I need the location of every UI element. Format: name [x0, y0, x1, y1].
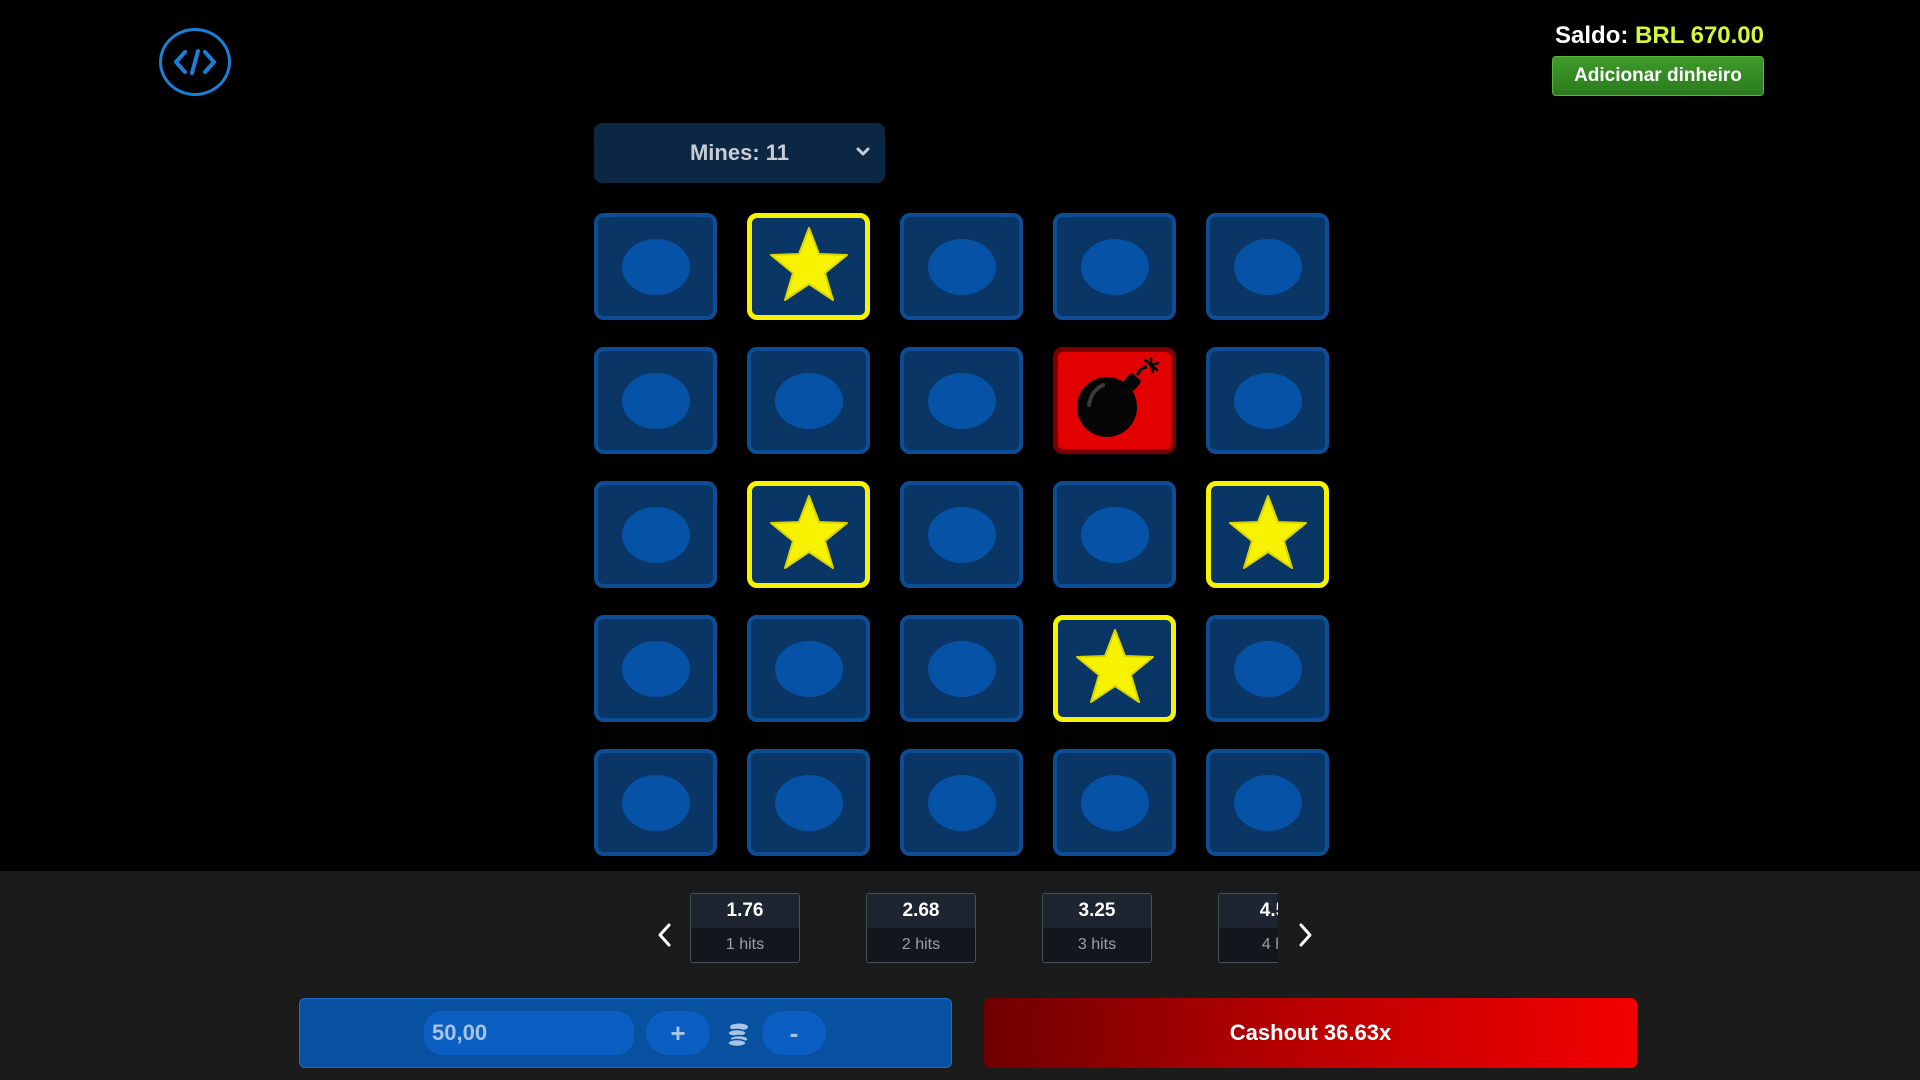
- tile-dot: [1080, 506, 1149, 563]
- multiplier-value: 3.25: [1043, 894, 1151, 928]
- tile-dot: [1233, 640, 1302, 697]
- tile-dot: [927, 774, 996, 831]
- mines-count-label: Mines: 11: [689, 140, 790, 165]
- multiplier-value: 1.76: [691, 894, 799, 928]
- multiplier-hits: 3 hits: [1043, 928, 1151, 962]
- tile-dot: [621, 640, 690, 697]
- tile-hidden[interactable]: [900, 213, 1023, 320]
- multipliers-prev-button[interactable]: [650, 920, 680, 950]
- bet-panel: + -: [299, 998, 952, 1068]
- star-icon: [1227, 493, 1309, 576]
- tile-dot: [1233, 238, 1302, 295]
- tile-hidden[interactable]: [1053, 749, 1176, 856]
- cashout-button[interactable]: Cashout 36.63x: [984, 998, 1637, 1068]
- tile-dot: [927, 640, 996, 697]
- tile-hidden[interactable]: [1206, 347, 1329, 454]
- decrease-bet-button[interactable]: -: [762, 1011, 826, 1055]
- multiplier-value: 2.68: [867, 894, 975, 928]
- coins-icon: [724, 1021, 752, 1048]
- star-icon: [768, 225, 850, 308]
- tile-hidden[interactable]: [1053, 481, 1176, 588]
- mines-game: Saldo: BRL 670.00 Adicionar dinheiro Min…: [0, 0, 1920, 1080]
- tile-hidden[interactable]: [747, 615, 870, 722]
- tile-dot: [621, 238, 690, 295]
- bet-amount-input[interactable]: [424, 1011, 634, 1055]
- tile-star[interactable]: [747, 213, 870, 320]
- tile-star[interactable]: [1206, 481, 1329, 588]
- chevron-down-icon: [851, 140, 875, 170]
- tile-dot: [927, 372, 996, 429]
- multiplier-card: 3.25 3 hits: [1042, 893, 1152, 963]
- tile-dot: [1080, 774, 1149, 831]
- tile-hidden[interactable]: [1053, 213, 1176, 320]
- balance-label: Saldo:: [1555, 22, 1629, 49]
- multiplier-row: 1.761 hits 2.682 hits 3.253 hits 4.54 h: [690, 893, 1278, 963]
- multiplier-hits: 4 h: [1219, 928, 1278, 962]
- tile-star[interactable]: [1053, 615, 1176, 722]
- tile-hidden[interactable]: [747, 749, 870, 856]
- add-money-button[interactable]: Adicionar dinheiro: [1552, 56, 1764, 96]
- tile-hidden[interactable]: [900, 615, 1023, 722]
- mines-count-select[interactable]: Mines: 11: [594, 123, 885, 183]
- tile-hidden[interactable]: [594, 481, 717, 588]
- tile-hidden[interactable]: [1206, 615, 1329, 722]
- chevron-left-icon: [658, 923, 671, 947]
- mines-grid: [594, 213, 1329, 856]
- tile-dot: [774, 640, 843, 697]
- bomb-icon: [1067, 355, 1163, 446]
- tile-hidden[interactable]: [900, 481, 1023, 588]
- multiplier-card: 2.68 2 hits: [866, 893, 976, 963]
- tile-hidden[interactable]: [594, 213, 717, 320]
- tile-dot: [621, 372, 690, 429]
- tile-dot: [927, 238, 996, 295]
- tile-hidden[interactable]: [900, 347, 1023, 454]
- tile-dot: [1080, 238, 1149, 295]
- tile-hidden[interactable]: [900, 749, 1023, 856]
- balance-display: Saldo: BRL 670.00: [1555, 22, 1764, 50]
- tile-hidden[interactable]: [1206, 749, 1329, 856]
- multiplier-hits: 2 hits: [867, 928, 975, 962]
- tile-dot: [621, 774, 690, 831]
- increase-bet-button[interactable]: +: [646, 1011, 710, 1055]
- chevron-right-icon: [1299, 923, 1312, 947]
- multiplier-card: 1.76 1 hits: [690, 893, 800, 963]
- tile-dot: [774, 372, 843, 429]
- multiplier-card: 4.54 h: [1218, 893, 1278, 963]
- tile-dot: [927, 506, 996, 563]
- tile-star[interactable]: [747, 481, 870, 588]
- tile-bomb[interactable]: [1053, 347, 1176, 454]
- tile-dot: [1233, 774, 1302, 831]
- multiplier-hits: 1 hits: [691, 928, 799, 962]
- balance-value: BRL 670.00: [1635, 22, 1764, 49]
- multiplier-strip: 1.761 hits 2.682 hits 3.253 hits 4.54 h: [690, 893, 1278, 963]
- tile-dot: [1233, 372, 1302, 429]
- tile-dot: [774, 774, 843, 831]
- tile-hidden[interactable]: [1206, 213, 1329, 320]
- code-brackets-icon[interactable]: [159, 28, 231, 96]
- tile-hidden[interactable]: [594, 749, 717, 856]
- star-icon: [768, 493, 850, 576]
- tile-hidden[interactable]: [594, 347, 717, 454]
- code-brackets-glyph: [174, 49, 216, 75]
- multipliers-next-button[interactable]: [1290, 920, 1320, 950]
- tile-dot: [621, 506, 690, 563]
- tile-hidden[interactable]: [747, 347, 870, 454]
- star-icon: [1074, 627, 1156, 710]
- multiplier-value: 4.5: [1219, 894, 1278, 928]
- tile-hidden[interactable]: [594, 615, 717, 722]
